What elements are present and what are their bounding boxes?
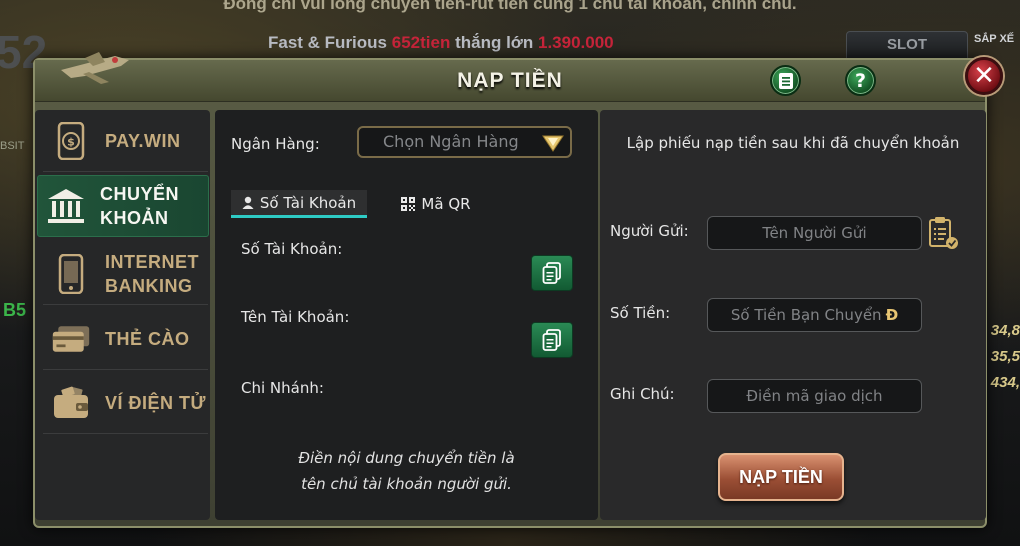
account-name-label: Tên Tài Khoản: [241,308,350,326]
win-ticker: Fast & Furious 652tien thắng lớn 1.390.0… [268,33,614,53]
clipboard-check-icon[interactable] [928,216,958,250]
copy-icon [542,262,561,284]
ticker-user: 652tien [391,33,451,52]
sidebar-item-label-line: KHOẢN [100,208,169,228]
submit-deposit-button[interactable]: NẠP TIỀN [718,453,844,501]
phone-dollar-icon: $ [51,121,91,161]
sidebar-item-scratch-card[interactable]: THẺ CÀO [43,308,208,370]
tab-account-number[interactable]: Số Tài Khoản [231,190,367,218]
sidebar-item-label-line: CHUYỂN [100,184,180,204]
bank-icon [46,186,86,226]
copy-icon [542,329,561,351]
sidebar-item-label: VÍ ĐIỆN TỬ [105,392,206,413]
person-icon [242,196,254,209]
sidebar-item-label-line: BANKING [105,275,193,296]
payment-method-sidebar: $ PAY.WIN CHUYỂN KHOẢN INTERNET BANKING … [35,110,210,520]
background-left-text: BSIT [0,140,25,152]
sidebar-item-label-line: INTERNET [105,251,199,272]
tab-label: Mã QR [421,195,471,213]
close-button[interactable]: ✕ [965,57,1003,95]
scratch-card-icon [51,319,91,359]
history-button[interactable] [770,65,801,96]
sort-tab[interactable]: SẮP XẾ [974,33,1014,45]
slot-tab[interactable]: SLOT [846,31,968,59]
chevron-down-icon [542,135,564,152]
amount-label: Số Tiền: [610,304,671,322]
transfer-note-line: tên chủ tài khoản người gửi. [301,475,512,493]
modal-title: NẠP TIỀN [457,69,563,92]
amount-input[interactable]: Số Tiền Bạn Chuyển Đ [707,298,922,332]
transfer-note-line: Điền nội dung chuyển tiền là [298,449,515,467]
sender-name-input[interactable]: Tên Người Gửi [707,216,922,250]
form-title: Lập phiếu nạp tiền sau khi đã chuyển kho… [626,134,960,152]
sidebar-item-internet-banking[interactable]: INTERNET BANKING [43,243,208,305]
sidebar-item-label: INTERNET BANKING [105,250,199,298]
qr-icon [401,197,416,211]
sidebar-item-label: CHUYỂN KHOẢN [100,182,179,230]
bank-select[interactable]: Chọn Ngân Hàng [357,126,572,158]
mobile-banking-icon [51,253,91,294]
question-mark-icon: ? [854,69,867,92]
ticker-prefix: Fast & Furious [268,33,388,52]
sidebar-item-paywin[interactable]: $ PAY.WIN [43,110,208,172]
document-list-icon [778,72,793,89]
sidebar-item-e-wallet[interactable]: VÍ ĐIỆN TỬ [43,372,208,434]
modal-header: NẠP TIỀN ? [35,52,985,102]
copy-account-name-button[interactable] [531,322,573,358]
sidebar-item-bank-transfer[interactable]: CHUYỂN KHOẢN [37,175,209,237]
sender-label: Người Gửi: [610,222,689,240]
bank-info-panel: Ngân Hàng: Chọn Ngân Hàng Số Tài Khoản M… [215,110,598,520]
deposit-modal: NẠP TIỀN ? ✕ $ PAY.WIN CHUYỂN KHOẢN INTE… [33,52,1003,528]
sidebar-item-label: THẺ CÀO [105,328,190,349]
background-left-green: B5 [3,300,27,320]
background-number-item: 434, [990,374,1020,391]
branch-label: Chi Nhánh: [241,379,324,397]
amount-placeholder: Số Tiền Bạn Chuyển [730,306,882,324]
bank-select-placeholder: Chọn Ngân Hàng [383,132,519,151]
ticker-amount: 1.390.000 [538,33,614,52]
top-notice: Đồng chí vui lòng chuyển tiền-rút tiền c… [223,0,797,13]
sidebar-item-label: PAY.WIN [105,130,181,151]
ticker-middle: thắng lớn [455,33,534,52]
transaction-note-input[interactable]: Điền mã giao dịch [707,379,922,413]
account-number-label: Số Tài Khoản: [241,240,343,258]
wallet-icon [51,383,91,423]
bank-label: Ngân Hàng: [231,135,320,153]
copy-account-number-button[interactable] [531,255,573,291]
help-button[interactable]: ? [845,65,876,96]
tab-qr-code[interactable]: Mã QR [391,190,481,218]
deposit-form-panel: Lập phiếu nạp tiền sau khi đã chuyển kho… [600,110,986,520]
background-number-item: 35,5 [990,348,1020,365]
svg-text:$: $ [67,135,75,148]
transfer-note: Điền nội dung chuyển tiền là tên chủ tài… [215,445,598,497]
background-number-item: 34,8 [990,322,1020,339]
note-label: Ghi Chú: [610,385,675,403]
background-right-numbers: 34,8 35,5 434, [990,318,1020,396]
currency-symbol: Đ [885,306,899,324]
tab-label: Số Tài Khoản [259,193,357,212]
close-icon: ✕ [973,61,995,91]
